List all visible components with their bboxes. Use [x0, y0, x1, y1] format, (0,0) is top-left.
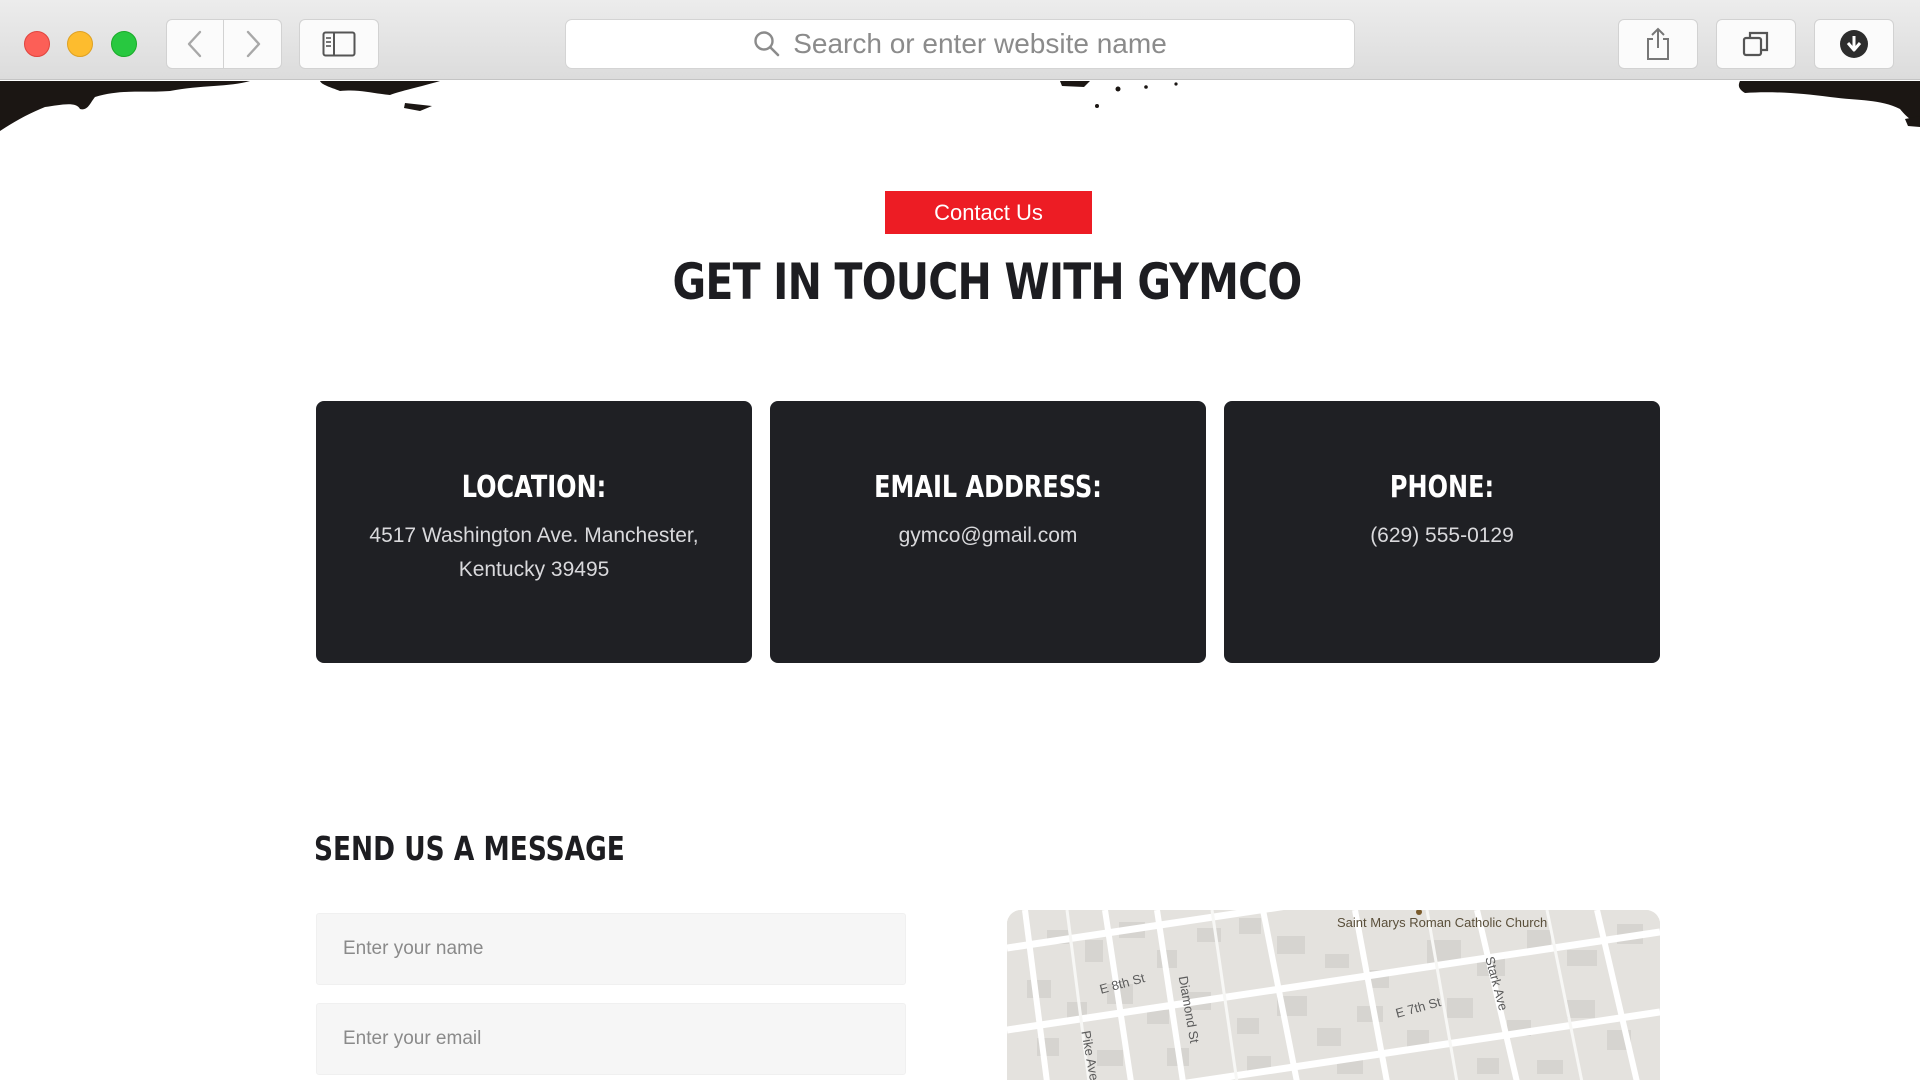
sidebar-toggle-button[interactable]: [299, 19, 379, 69]
search-icon: [754, 31, 780, 57]
zoom-window-button[interactable]: [111, 31, 137, 57]
grunge-brush-decoration: [0, 81, 1920, 131]
close-window-button[interactable]: [24, 31, 50, 57]
map-poi-label: Saint Marys Roman Catholic Church: [1337, 915, 1548, 930]
web-page: Contact Us GET IN TOUCH WITH GYMCO LOCAT…: [0, 81, 1920, 1080]
tabs-icon: [1742, 31, 1769, 57]
address-placeholder: Search or enter website name: [793, 28, 1167, 59]
name-input[interactable]: [316, 913, 906, 985]
forward-button[interactable]: [224, 19, 282, 69]
share-button[interactable]: [1618, 19, 1698, 69]
email-input[interactable]: [316, 1003, 906, 1075]
minimize-window-button[interactable]: [67, 31, 93, 57]
email-card: EMAIL ADDRESS: gymco@gmail.com: [770, 401, 1206, 663]
back-button[interactable]: [166, 19, 224, 69]
chevron-right-icon: [246, 30, 260, 58]
location-card: LOCATION: 4517 Washington Ave. Mancheste…: [316, 401, 752, 663]
page-title: GET IN TOUCH WITH GYMCO: [672, 253, 1303, 311]
email-address: gymco@gmail.com: [898, 524, 1078, 547]
share-icon: [1647, 27, 1669, 60]
email-heading: EMAIL ADDRESS:: [874, 470, 1102, 505]
address-bar[interactable]: Search or enter website name: [565, 19, 1355, 69]
phone-number: (629) 555-0129: [1370, 524, 1514, 547]
tabs-overview-button[interactable]: [1716, 19, 1796, 69]
phone-heading: PHONE:: [1389, 470, 1495, 505]
chevron-left-icon: [187, 30, 202, 58]
location-address: 4517 Washington Ave. Manchester, Kentuck…: [369, 524, 699, 581]
phone-card: PHONE: (629) 555-0129: [1224, 401, 1660, 663]
downloads-button[interactable]: [1814, 19, 1894, 69]
sidebar-icon: [322, 31, 356, 57]
send-message-heading: SEND US A MESSAGE: [314, 829, 625, 868]
location-map[interactable]: Saint Marys Roman Catholic Church E 8th …: [1007, 910, 1660, 1080]
location-heading: LOCATION:: [461, 470, 607, 505]
download-icon: [1840, 30, 1868, 58]
browser-toolbar: Search or enter website name: [0, 0, 1920, 80]
contact-us-badge: Contact Us: [885, 191, 1092, 234]
